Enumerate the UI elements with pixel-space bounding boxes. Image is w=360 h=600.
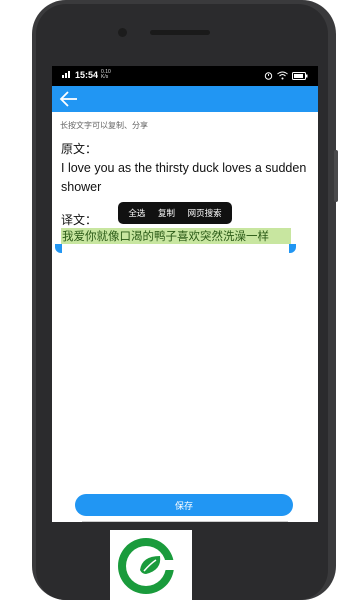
phone-screen: 15:54 0.10 K/s 长按文字可以复制、分享 原文： I love yo… [52, 66, 318, 522]
arrow-left-icon [59, 91, 77, 107]
save-button[interactable]: 保存 [75, 494, 293, 516]
original-label: 原文： [61, 142, 98, 156]
alarm-icon [264, 71, 273, 82]
menu-select-all[interactable]: 全选 [128, 207, 145, 219]
leaf-g-logo-icon [118, 538, 176, 594]
selection-handle-start[interactable] [55, 244, 62, 253]
menu-copy[interactable]: 复制 [158, 207, 175, 219]
earpiece-speaker [150, 30, 210, 35]
bottom-divider [82, 521, 288, 522]
network-speed: 0.10 K/s [101, 69, 111, 80]
selection-handle-end[interactable] [289, 244, 296, 253]
menu-web-search[interactable]: 网页搜索 [188, 207, 222, 219]
app-bar [52, 86, 318, 112]
back-button[interactable] [58, 89, 80, 109]
battery-icon [292, 71, 308, 82]
text-selection-menu: 全选 复制 网页搜索 [118, 202, 232, 224]
wifi-icon [277, 71, 288, 82]
watermark-logo [110, 530, 192, 600]
status-left-group: 15:54 0.10 K/s [62, 70, 115, 80]
phone-side-button [334, 150, 338, 202]
status-bar: 15:54 0.10 K/s [52, 66, 318, 86]
front-camera [118, 28, 127, 37]
original-text[interactable]: I love you as the thirsty duck loves a s… [61, 159, 311, 197]
status-time: 15:54 [75, 70, 99, 80]
translation-text-selected[interactable]: 我爱你就像口渴的鸭子喜欢突然洗澡一样 [61, 228, 291, 244]
status-right-group [264, 71, 308, 82]
copy-share-hint: 长按文字可以复制、分享 [60, 121, 148, 130]
signal-icon [62, 70, 72, 80]
translation-label: 译文： [61, 213, 98, 227]
